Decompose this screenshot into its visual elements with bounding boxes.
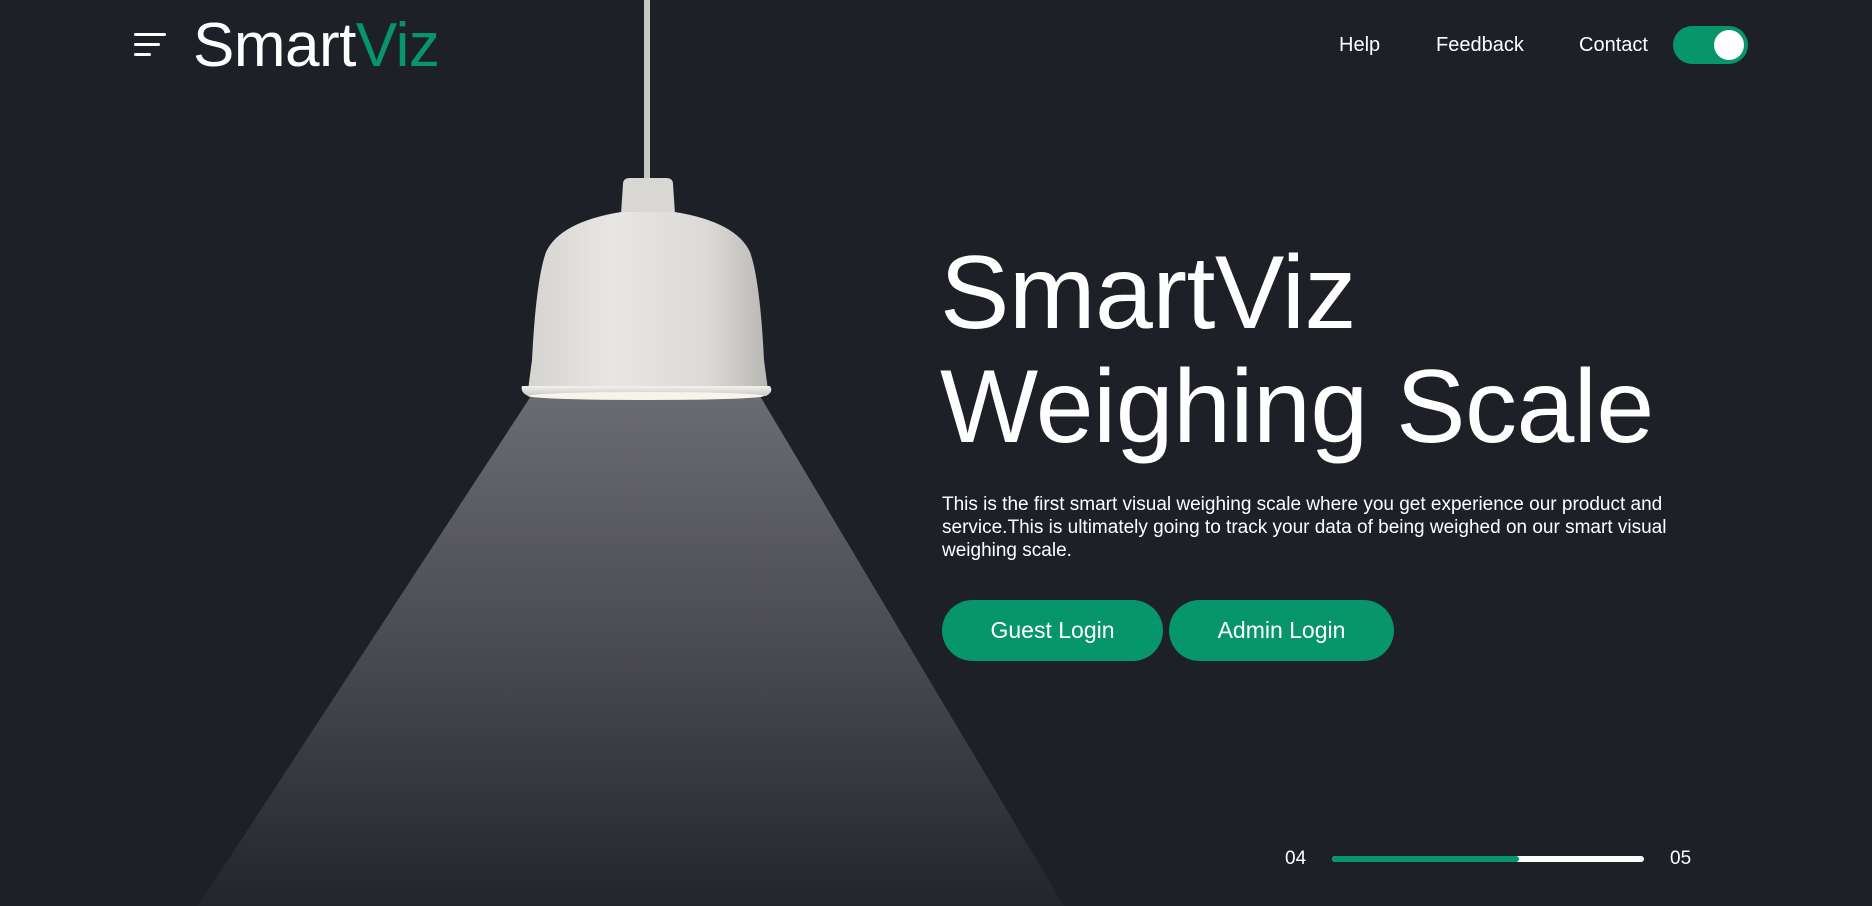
logo-text-smart: Smart [193, 11, 356, 80]
admin-login-button[interactable]: Admin Login [1169, 600, 1394, 661]
nav-link-feedback[interactable]: Feedback [1436, 33, 1524, 57]
brand-logo[interactable]: SmartViz [193, 10, 440, 82]
hero-title-line1: SmartViz [940, 235, 1356, 351]
theme-toggle-switch[interactable] [1673, 26, 1748, 64]
hero-title-line2: Weighing Scale [940, 349, 1654, 465]
nav-link-contact[interactable]: Contact [1579, 33, 1648, 57]
hero-title: SmartViz Weighing Scale [940, 236, 1654, 464]
logo-text-viz: Viz [355, 11, 440, 80]
slide-progress-fill [1332, 856, 1520, 862]
landing-page: SmartViz Help Feedback Contact SmartViz … [0, 0, 1872, 906]
hamburger-menu-icon[interactable] [134, 31, 168, 59]
slide-progress-bar[interactable] [1332, 856, 1644, 862]
slide-current-number: 04 [1285, 848, 1307, 869]
slide-total-number: 05 [1670, 848, 1692, 869]
nav-link-help[interactable]: Help [1339, 33, 1380, 57]
hero-description: This is the first smart visual weighing … [942, 494, 1667, 561]
guest-login-button[interactable]: Guest Login [942, 600, 1163, 661]
toggle-knob [1714, 30, 1744, 60]
pendant-lamp-image [198, 0, 1064, 906]
